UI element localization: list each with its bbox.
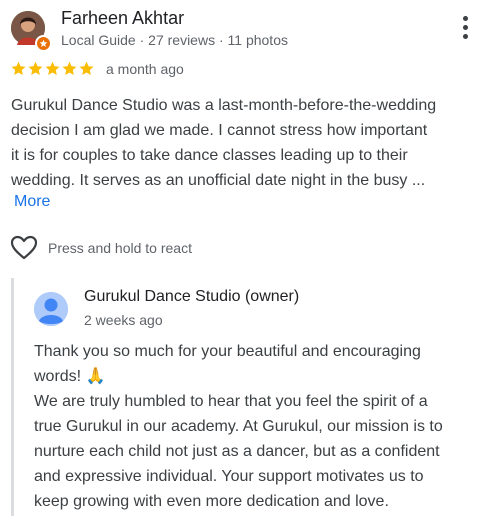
reply-divider [11, 278, 14, 516]
author-avatar[interactable] [11, 11, 52, 52]
owner-name: Gurukul Dance Studio (owner) [84, 288, 300, 305]
reply-text-line: nurture each child not just as a dancer,… [34, 443, 440, 460]
review-text: Gurukul Dance Studio was a last-month-be… [11, 93, 486, 193]
star-icon [79, 61, 94, 75]
author-meta: Local Guide · 27 reviews · 11 photos [61, 32, 288, 48]
local-guide-badge-icon [35, 35, 52, 52]
reply-text-line: true Gurukul in our academy. At Gurukul,… [34, 418, 443, 435]
review-text-line: decision I am glad we made. I cannot str… [11, 122, 428, 139]
reply-text-line: and expressive individual. Your support … [34, 468, 424, 485]
reply-text-line: keep growing with even more dedication a… [34, 493, 389, 510]
author-name[interactable]: Farheen Akhtar [61, 8, 184, 29]
owner-reply-text: Thank you so much for your beautiful and… [34, 339, 489, 514]
star-icon [28, 61, 43, 75]
review-text-line: Gurukul Dance Studio was a last-month-be… [11, 97, 437, 114]
reply-text-line: words! 🙏 [34, 368, 106, 385]
owner-avatar [34, 292, 68, 326]
review-time: a month ago [106, 61, 184, 77]
more-link[interactable]: More [14, 193, 50, 211]
review-text-line: it is for couples to take dance classes … [11, 147, 408, 164]
owner-reply-time: 2 weeks ago [84, 312, 163, 328]
more-vert-icon[interactable] [457, 14, 473, 42]
react-hint[interactable]: Press and hold to react [48, 240, 192, 256]
reply-text-line: We are truly humbled to hear that you fe… [34, 393, 428, 410]
reply-text-line: Thank you so much for your beautiful and… [34, 343, 421, 360]
star-icon [11, 61, 26, 75]
star-icon [45, 61, 60, 75]
star-icon [62, 61, 77, 75]
review-card: Farheen Akhtar Local Guide · 27 reviews … [0, 0, 496, 523]
star-rating [10, 60, 95, 78]
review-text-line: wedding. It serves as an unofficial date… [11, 172, 426, 189]
